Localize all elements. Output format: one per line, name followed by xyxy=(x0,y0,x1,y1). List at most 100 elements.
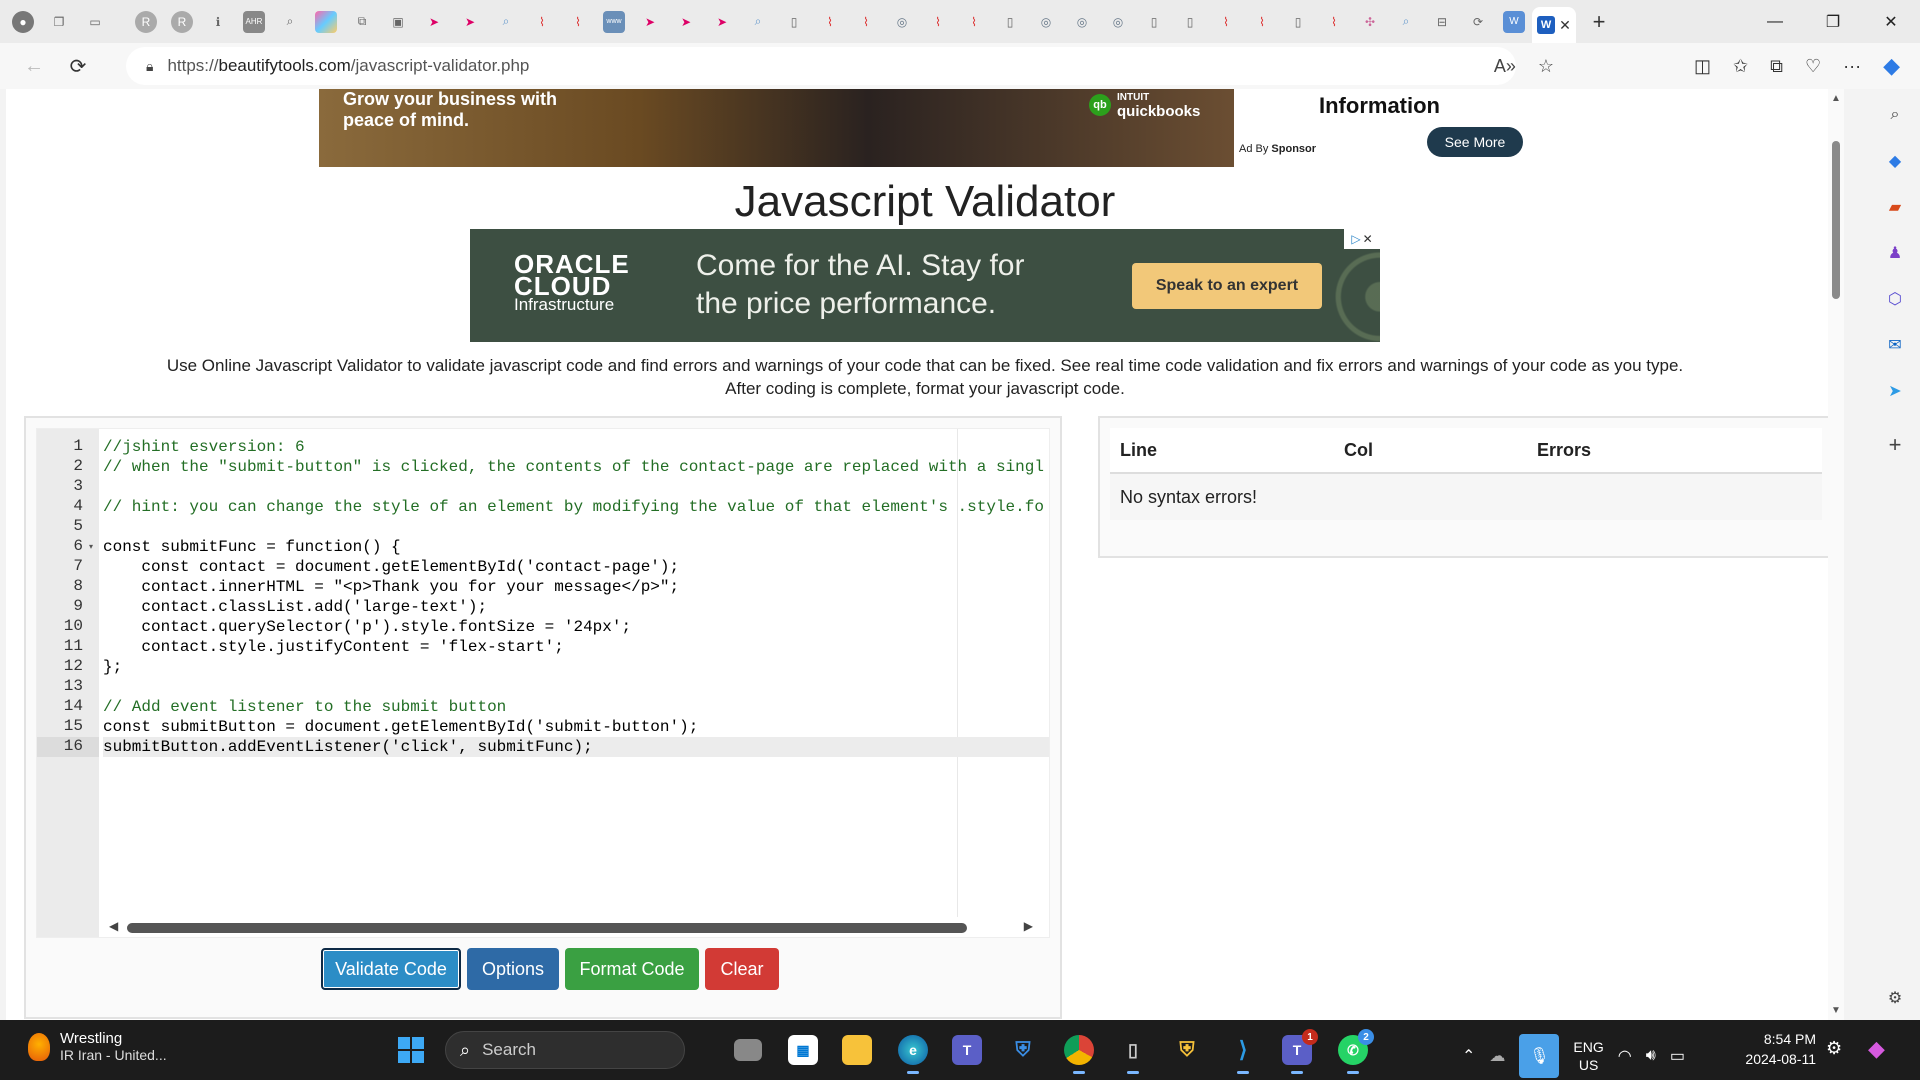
scroll-left-icon[interactable]: ◀ xyxy=(109,919,118,933)
back-icon[interactable]: ← xyxy=(14,46,54,86)
shopping-tag-icon[interactable]: ◆ xyxy=(1883,149,1907,173)
tab-favicon-pulse9[interactable]: ⌇ xyxy=(1323,11,1345,33)
windows-start-icon[interactable] xyxy=(398,1037,424,1063)
teams-chat-icon[interactable]: T1 xyxy=(1282,1029,1318,1074)
workspaces-icon[interactable]: ❐ xyxy=(48,11,70,33)
minimize-icon[interactable]: — xyxy=(1746,0,1804,43)
tab-favicon-word1[interactable]: W xyxy=(1503,10,1525,33)
tab-favicon-search3[interactable]: ⌕ xyxy=(747,11,769,33)
microsoft365-icon[interactable]: ⬡ xyxy=(1883,287,1907,311)
tab-favicon-arrow2[interactable]: ➤ xyxy=(459,11,481,33)
search-icon[interactable]: ⌕ xyxy=(1883,103,1907,127)
wifi-icon[interactable]: ◠ xyxy=(1618,1046,1632,1066)
lock-icon[interactable]: 🔒︎ xyxy=(146,58,153,75)
tab-favicon-pulse1[interactable]: ⌇ xyxy=(531,11,553,33)
tab-favicon-doc2[interactable]: ▯ xyxy=(999,11,1021,33)
tab-favicon-pulse7[interactable]: ⌇ xyxy=(1215,11,1237,33)
games-icon[interactable]: ♟ xyxy=(1883,241,1907,265)
code-line[interactable]: // hint: you can change the style of an … xyxy=(103,497,1044,517)
code-line[interactable]: }; xyxy=(103,657,122,677)
split-screen-icon[interactable]: ◫ xyxy=(1694,56,1711,77)
profile-icon[interactable]: ● xyxy=(12,10,34,33)
tab-favicon-doc3[interactable]: ▯ xyxy=(1143,11,1165,33)
format-code-button[interactable]: Format Code xyxy=(565,948,699,990)
code-line[interactable]: // Add event listener to the submit butt… xyxy=(103,697,506,717)
language-indicator[interactable]: ENG US xyxy=(1573,1038,1603,1074)
tab-favicon-pulse8[interactable]: ⌇ xyxy=(1251,11,1273,33)
tab-favicon-pulse4[interactable]: ⌇ xyxy=(855,11,877,33)
tab-favicon-doc4[interactable]: ▯ xyxy=(1179,11,1201,33)
refresh-icon[interactable]: ⟳ xyxy=(58,46,98,86)
tab-favicon-doc1[interactable]: ▯ xyxy=(783,11,805,33)
tab-favicon-circle2[interactable]: ◎ xyxy=(1035,11,1057,33)
new-tab-icon[interactable]: + xyxy=(1588,9,1610,34)
tab-favicon-search1[interactable]: ⌕ xyxy=(279,11,301,33)
speak-to-expert-button[interactable]: Speak to an expert xyxy=(1132,263,1322,309)
tab-favicon-pulse3[interactable]: ⌇ xyxy=(819,11,841,33)
tab-favicon-r1[interactable]: R xyxy=(135,10,157,33)
fold-toggle-icon[interactable]: ▾ xyxy=(89,542,93,551)
microsoft-store-icon[interactable]: ▦ xyxy=(788,1035,818,1065)
outlook-icon[interactable]: ✉ xyxy=(1883,333,1907,357)
copilot-taskbar-icon[interactable]: ◆ xyxy=(1868,1036,1885,1062)
quickbooks-ad[interactable]: Grow your business with peace of mind. q… xyxy=(319,89,1234,167)
code-line[interactable]: const contact = document.getElementById(… xyxy=(103,557,679,577)
more-menu-icon[interactable]: ··· xyxy=(1843,56,1861,77)
code-line[interactable]: contact.innerHTML = "<p>Thank you for yo… xyxy=(103,577,679,597)
add-sidebar-icon[interactable]: + xyxy=(1883,432,1907,457)
code-line[interactable]: const submitButton = document.getElement… xyxy=(103,717,698,737)
tab-favicon-sync[interactable]: ⟳ xyxy=(1467,11,1489,33)
tab-favicon-arrow3[interactable]: ➤ xyxy=(639,11,661,33)
clear-button[interactable]: Clear xyxy=(705,948,779,990)
tab-favicon-calendar[interactable]: ▣ xyxy=(387,11,409,33)
tab-favicon-color[interactable] xyxy=(315,10,337,33)
favorites-icon[interactable]: ✩ xyxy=(1733,56,1748,77)
code-editor[interactable]: 1 2 3 4 5 6 ▾ 7 8 9 10 11 12 13 14 15 16 //jshint esvers… xyxy=(36,428,1050,938)
horizontal-scrollbar[interactable]: ◀ ▶ xyxy=(103,917,1047,937)
code-line[interactable]: // when the "submit-button" is clicked, … xyxy=(103,457,1044,477)
close-window-icon[interactable]: ✕ xyxy=(1862,0,1920,43)
favorite-star-icon[interactable]: ☆ xyxy=(1538,56,1554,77)
volume-icon[interactable]: 🔊︎ xyxy=(1646,1047,1656,1065)
teams-icon[interactable]: T xyxy=(952,1035,982,1065)
notification-bell-icon[interactable]: ⚙ xyxy=(1826,1038,1842,1059)
tab-favicon-arrow1[interactable]: ➤ xyxy=(423,11,445,33)
shield-app-icon[interactable]: ⛨ xyxy=(1008,1035,1038,1065)
code-line[interactable]: contact.querySelector('p').style.fontSiz… xyxy=(103,617,631,637)
code-line[interactable]: //jshint esversion: 6 xyxy=(103,437,305,457)
tab-favicon-pulse2[interactable]: ⌇ xyxy=(567,11,589,33)
settings-gear-icon[interactable]: ⚙ xyxy=(1883,986,1907,1010)
horizontal-scroll-thumb[interactable] xyxy=(127,923,967,933)
tab-favicon-window[interactable]: ⊟ xyxy=(1431,11,1453,33)
tab-favicon-r2[interactable]: R xyxy=(171,10,193,33)
tab-favicon-puzzle[interactable]: ✣ xyxy=(1359,11,1381,33)
chevron-up-icon[interactable]: ⌃ xyxy=(1462,1046,1475,1066)
tab-favicon-search2[interactable]: ⌕ xyxy=(495,11,517,33)
restore-icon[interactable]: ❐ xyxy=(1804,0,1862,43)
edge-icon[interactable]: e xyxy=(898,1035,928,1074)
copilot-icon[interactable]: ◆ xyxy=(1883,53,1900,79)
tools-icon[interactable]: ▰ xyxy=(1883,195,1907,219)
tab-favicon-arrow4[interactable]: ➤ xyxy=(675,11,697,33)
tab-favicon-arrow5[interactable]: ➤ xyxy=(711,11,733,33)
taskbar-search[interactable]: ⌕ Search xyxy=(445,1031,685,1069)
whatsapp-icon[interactable]: ✆ 2 xyxy=(1338,1029,1374,1074)
page-scroll-thumb[interactable] xyxy=(1832,141,1840,299)
file-explorer-icon[interactable] xyxy=(842,1035,872,1065)
tab-favicon-ahr[interactable]: AHR xyxy=(243,10,265,33)
task-view-icon[interactable] xyxy=(734,1039,762,1061)
tab-favicon-pulse6[interactable]: ⌇ xyxy=(963,11,985,33)
send-icon[interactable]: ➤ xyxy=(1883,379,1907,403)
tab-favicon-pulse5[interactable]: ⌇ xyxy=(927,11,949,33)
tab-favicon-search4[interactable]: ⌕ xyxy=(1395,11,1417,33)
chrome-icon[interactable] xyxy=(1064,1035,1094,1074)
microphone-icon[interactable]: 🎙︎ xyxy=(1519,1034,1560,1078)
weather-widget[interactable]: Wrestling IR Iran - United... xyxy=(28,1030,167,1063)
address-bar[interactable]: 🔒︎ https://beautifytools.com/javascript-… xyxy=(126,47,1516,85)
onedrive-icon[interactable]: ☁ xyxy=(1489,1046,1505,1066)
clock[interactable]: 8:54 PM 2024-08-11 xyxy=(1736,1029,1816,1069)
read-aloud-icon[interactable]: A» xyxy=(1494,56,1516,77)
phone-link-icon[interactable]: ▯ xyxy=(1118,1035,1148,1074)
tab-active[interactable]: W ✕ xyxy=(1532,7,1576,43)
tab-favicon-circle1[interactable]: ◎ xyxy=(891,11,913,33)
